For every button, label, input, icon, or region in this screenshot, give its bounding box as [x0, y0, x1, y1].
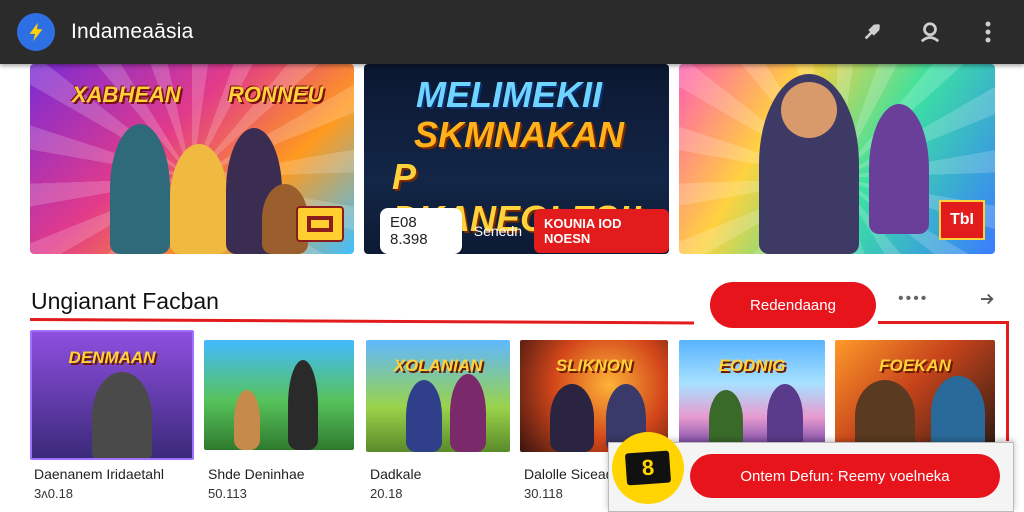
game-meta: 20.18	[370, 486, 403, 501]
rocket-icon[interactable]	[858, 18, 886, 46]
thumbnail-title: FOEKAN	[879, 356, 951, 375]
thumbnail-title: XOLANIAN	[393, 356, 483, 375]
banner-headline-2: SKMNAKAN	[414, 114, 624, 155]
hero-figure	[550, 384, 594, 452]
section-title: Ungianant Facban	[31, 288, 219, 314]
hero-figure	[288, 360, 318, 450]
section-underline	[29, 318, 694, 325]
game-thumbnail[interactable]: EODNIG	[679, 340, 825, 450]
game-meta: 3ᴧ0.18	[34, 486, 74, 501]
price-pill[interactable]: E08 8.398	[380, 208, 462, 254]
section-underline	[1006, 321, 1009, 441]
claim-reward-button[interactable]: Ontem Defun: Reemy voelneka	[690, 454, 1000, 498]
arrow-right-icon[interactable]	[974, 286, 1000, 312]
coin-label: 8	[624, 450, 672, 486]
game-card[interactable]: XOLANIAN Dadkale 20.18	[366, 330, 510, 501]
hero-figure	[170, 144, 228, 254]
game-badge: ТbI	[939, 200, 985, 240]
featured-banner-2[interactable]: MELIMEKII SKMNAKAN P DKANEOLES!! E08 8.3…	[364, 64, 669, 254]
hero-figure	[450, 374, 486, 452]
game-meta: 50.113	[208, 486, 247, 501]
lightning-icon[interactable]	[17, 13, 55, 51]
hero-figure	[92, 372, 152, 458]
game-name: Shde Deninhae	[208, 466, 305, 482]
game-name: Dalolle Sicead	[524, 466, 614, 482]
game-thumbnail[interactable]	[204, 340, 354, 450]
more-dots[interactable]: ••••	[898, 290, 928, 308]
game-thumbnail[interactable]: DENMAAN	[30, 330, 194, 460]
hero-figure	[406, 380, 442, 452]
hero-figure	[709, 390, 743, 450]
thumbnail-title: SLIKNON	[555, 356, 633, 375]
game-badge	[296, 206, 344, 242]
game-thumbnail[interactable]: FOEKAN	[835, 340, 995, 452]
hero-figure	[869, 104, 929, 234]
thumbnail-title: DENMAAN	[68, 348, 156, 367]
hero-head	[781, 82, 837, 138]
game-name: Dadkale	[370, 466, 422, 482]
profile-icon[interactable]	[916, 18, 944, 46]
hero-figure	[931, 376, 985, 452]
game-card[interactable]: FOEKAN	[835, 330, 995, 452]
hero-figure	[110, 124, 170, 254]
game-card[interactable]: DENMAAN Daenanem Iridaetahl 3ᴧ0.18	[30, 330, 194, 501]
featured-banner-1[interactable]: XABHEAN RONNEU	[30, 64, 354, 254]
section-underline	[878, 321, 1008, 324]
coin-icon[interactable]: 8	[612, 432, 684, 504]
app-screen: Indameaāsia XABHEAN RONNEU MELIMEKII SKM…	[0, 0, 1024, 512]
hero-figure	[767, 384, 803, 450]
promo-button[interactable]: KOUNIA IOD NOESN	[534, 209, 669, 253]
see-all-button[interactable]: Redendaang	[710, 282, 876, 328]
banner-cta-row: E08 8.398 Senedn KOUNIA IOD NOESN	[380, 208, 669, 254]
featured-banner-3[interactable]: ТbI	[679, 64, 995, 254]
game-name: Daenanem Iridaetahl	[34, 466, 164, 482]
banner-title-right: RONNEU	[228, 82, 324, 107]
game-card[interactable]: EODNIG	[679, 330, 825, 450]
game-card[interactable]: Shde Deninhae 50.113	[204, 330, 354, 501]
game-meta: 30.118	[524, 486, 563, 501]
top-actions	[858, 18, 1002, 46]
thumbnail-title: EODNIG	[718, 356, 786, 375]
banner-title-left: XABHEAN	[72, 82, 181, 107]
more-vertical-icon[interactable]	[974, 18, 1002, 46]
send-label: Senedn	[473, 223, 523, 239]
app-top-bar: Indameaāsia	[0, 0, 1024, 64]
banner-headline-1: MELIMEKII	[416, 74, 602, 115]
hero-figure	[234, 390, 260, 450]
app-title: Indameaāsia	[71, 20, 194, 43]
game-thumbnail[interactable]: XOLANIAN	[366, 340, 510, 452]
